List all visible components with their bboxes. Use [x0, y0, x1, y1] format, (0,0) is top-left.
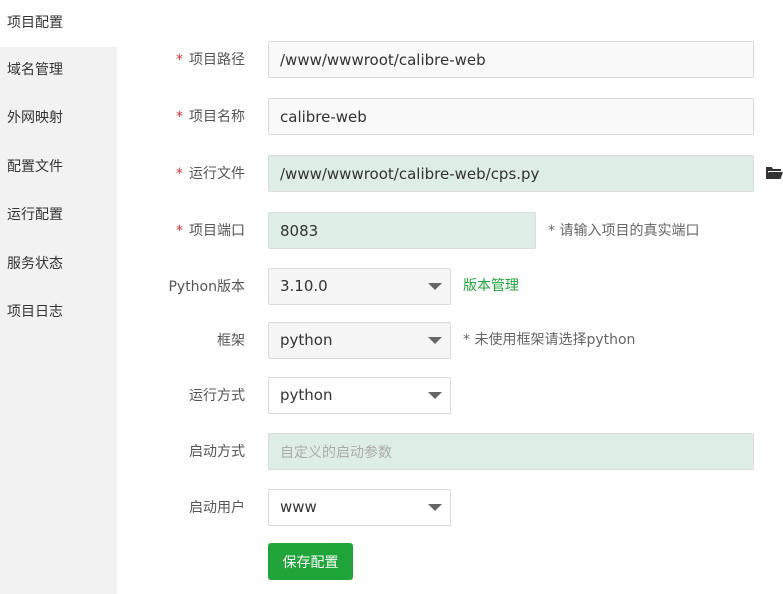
- sidebar-item-project-config[interactable]: 项目配置: [0, 0, 117, 47]
- framework-hint: * 未使用框架请选择python: [463, 332, 636, 348]
- version-manage-link[interactable]: 版本管理: [463, 276, 519, 296]
- required-mark: *: [176, 223, 183, 239]
- start-user-select[interactable]: www: [268, 489, 451, 526]
- framework-select[interactable]: python: [268, 322, 451, 359]
- run-file-input[interactable]: [268, 155, 754, 192]
- project-name-label: * 项目名称: [0, 107, 245, 127]
- run-mode-value: python: [280, 386, 333, 404]
- caret-down-icon: [428, 504, 442, 511]
- start-params-input[interactable]: [268, 433, 754, 470]
- start-user-value: www: [280, 498, 317, 516]
- start-user-label: 启动用户: [189, 500, 245, 516]
- caret-down-icon: [428, 283, 442, 290]
- caret-down-icon: [428, 392, 442, 399]
- project-name-input[interactable]: [268, 98, 754, 135]
- start-mode-label: 启动方式: [189, 444, 245, 460]
- python-version-label: Python版本: [168, 279, 245, 295]
- framework-label: 框架: [217, 333, 245, 349]
- required-mark: *: [176, 166, 183, 182]
- project-path-label: * 项目路径: [0, 50, 245, 70]
- caret-down-icon: [428, 337, 442, 344]
- python-version-select[interactable]: 3.10.0: [268, 268, 451, 305]
- project-port-input[interactable]: [268, 212, 536, 249]
- project-port-hint: * 请输入项目的真实端口: [548, 223, 700, 239]
- required-mark: *: [176, 52, 183, 68]
- run-mode-select[interactable]: python: [268, 377, 451, 414]
- run-mode-label: 运行方式: [189, 388, 245, 404]
- python-version-value: 3.10.0: [280, 277, 328, 295]
- run-file-label-text: 运行文件: [189, 166, 245, 182]
- project-port-label: * 项目端口: [0, 221, 245, 241]
- project-port-label-text: 项目端口: [189, 223, 245, 239]
- project-path-input[interactable]: [268, 41, 754, 78]
- framework-value: python: [280, 331, 333, 349]
- required-mark: *: [176, 109, 183, 125]
- folder-open-icon[interactable]: [765, 165, 783, 181]
- project-path-label-text: 项目路径: [189, 52, 245, 68]
- project-name-label-text: 项目名称: [189, 109, 245, 125]
- save-config-button[interactable]: 保存配置: [268, 543, 353, 580]
- run-file-label: * 运行文件: [0, 164, 245, 184]
